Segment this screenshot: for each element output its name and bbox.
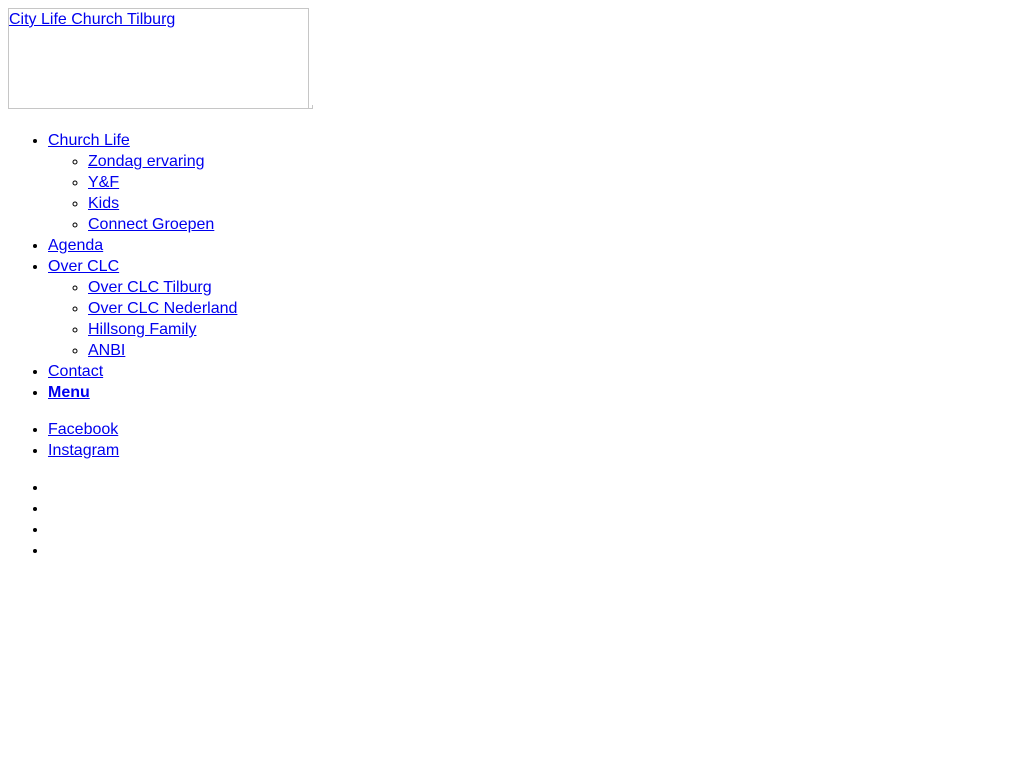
nav-item-contact: Contact (48, 361, 1016, 382)
nav-link-kids[interactable]: Kids (88, 195, 119, 212)
submenu-item: Y&F (88, 172, 1016, 193)
submenu-item: Kids (88, 193, 1016, 214)
empty-list-item (48, 477, 1016, 498)
instagram-link[interactable]: Instagram (48, 442, 119, 459)
social-item-instagram: Instagram (48, 440, 1016, 461)
submenu-item: Zondag ervaring (88, 151, 1016, 172)
empty-list-item (48, 498, 1016, 519)
submenu-item: Hillsong Family (88, 319, 1016, 340)
empty-list-item (48, 519, 1016, 540)
nav-item-over-clc: Over CLC Over CLC Tilburg Over CLC Neder… (48, 256, 1016, 361)
nav-link-over-clc-tilburg[interactable]: Over CLC Tilburg (88, 279, 212, 296)
nav-link-anbi[interactable]: ANBI (88, 342, 125, 359)
main-navigation: Church Life Zondag ervaring Y&F Kids Con… (8, 130, 1016, 403)
social-item-facebook: Facebook (48, 419, 1016, 440)
submenu-item: Connect Groepen (88, 214, 1016, 235)
submenu-item: ANBI (88, 340, 1016, 361)
nav-link-zondag-ervaring[interactable]: Zondag ervaring (88, 153, 205, 170)
menu-toggle-link[interactable]: Menu (48, 384, 90, 401)
logo-image-placeholder[interactable]: City Life Church Tilburg (8, 8, 313, 109)
nav-link-connect-groepen[interactable]: Connect Groepen (88, 216, 214, 233)
broken-image-icon (309, 105, 313, 109)
submenu-item: Over CLC Tilburg (88, 277, 1016, 298)
logo-link[interactable]: City Life Church Tilburg (9, 10, 175, 29)
empty-list-item (48, 540, 1016, 561)
social-links: Facebook Instagram (8, 419, 1016, 461)
empty-list (8, 477, 1016, 561)
submenu-over-clc: Over CLC Tilburg Over CLC Nederland Hill… (48, 277, 1016, 361)
nav-link-church-life[interactable]: Church Life (48, 132, 130, 149)
nav-item-agenda: Agenda (48, 235, 1016, 256)
nav-link-contact[interactable]: Contact (48, 363, 103, 380)
nav-link-over-clc[interactable]: Over CLC (48, 258, 119, 275)
nav-link-agenda[interactable]: Agenda (48, 237, 103, 254)
nav-item-church-life: Church Life Zondag ervaring Y&F Kids Con… (48, 130, 1016, 235)
submenu-item: Over CLC Nederland (88, 298, 1016, 319)
nav-link-hillsong-family[interactable]: Hillsong Family (88, 321, 196, 338)
nav-link-over-clc-nederland[interactable]: Over CLC Nederland (88, 300, 237, 317)
facebook-link[interactable]: Facebook (48, 421, 118, 438)
nav-item-menu: Menu (48, 382, 1016, 403)
nav-link-yf[interactable]: Y&F (88, 174, 119, 191)
submenu-church-life: Zondag ervaring Y&F Kids Connect Groepen (48, 151, 1016, 235)
